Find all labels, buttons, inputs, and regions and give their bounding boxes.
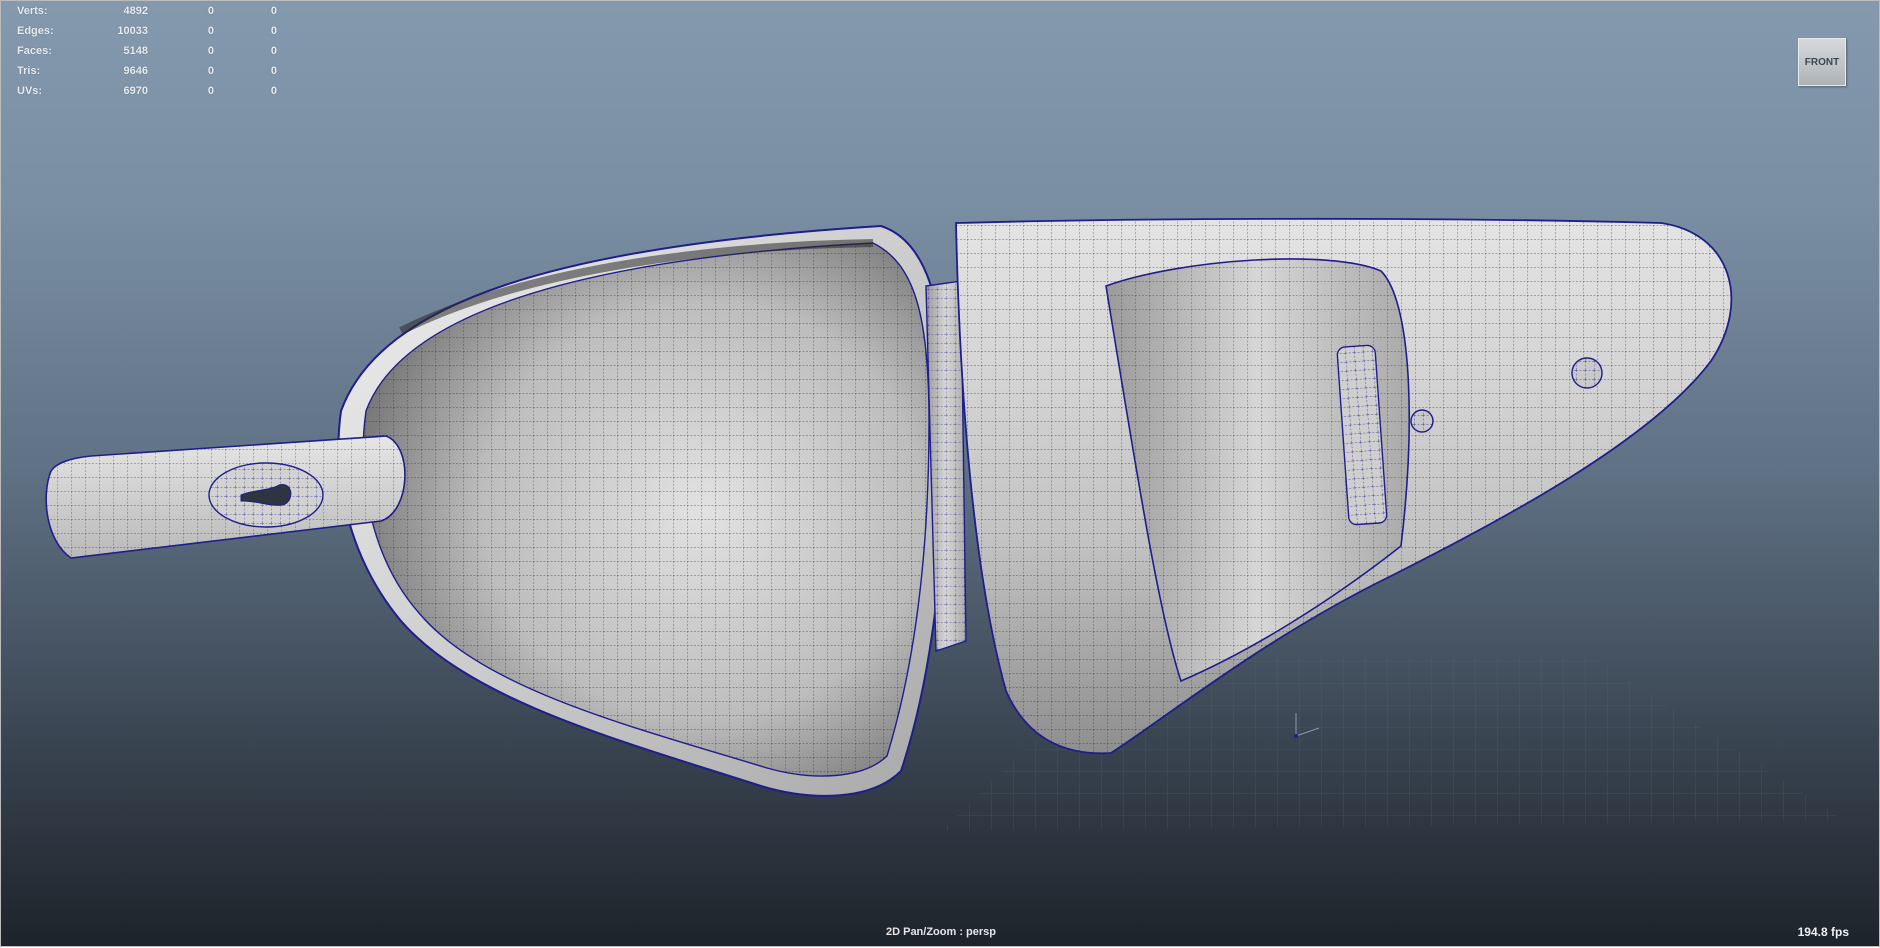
hud-value: 9646 [123, 65, 148, 77]
hud-row-faces: Faces: 5148 0 0 [17, 43, 277, 63]
hud-value: 4892 [123, 5, 148, 17]
holster-shell-left [337, 224, 948, 797]
hud-row-verts: Verts: 4892 0 0 [17, 3, 277, 23]
hud-value: 0 [270, 65, 277, 77]
hud-label: Verts: [17, 5, 48, 17]
viewcube-front[interactable]: FRONT [1798, 38, 1846, 86]
hud-value: 0 [270, 5, 277, 17]
hud-label: UVs: [17, 85, 43, 97]
hud-value: 0 [270, 25, 277, 37]
hud-label: Tris: [17, 65, 41, 77]
holster-strap [45, 435, 406, 559]
hud-row-tris: Tris: 9646 0 0 [17, 63, 277, 83]
camera-mode-label: 2D Pan/Zoom : persp [885, 926, 997, 938]
hud-value: 0 [207, 25, 214, 37]
viewport-persp[interactable]: Verts: 4892 0 0 Edges: 10033 0 0 Faces: … [0, 0, 1880, 947]
hud-row-edges: Edges: 10033 0 0 [17, 23, 277, 43]
hud-row-uvs: UVs: 6970 0 0 [17, 83, 277, 103]
scene-view [45, 217, 1846, 831]
hud-value: 0 [207, 65, 214, 77]
hud-value: 0 [270, 85, 277, 97]
hud-value: 6970 [123, 85, 148, 97]
hud-label: Edges: [17, 25, 54, 37]
hud-value: 0 [270, 45, 277, 57]
hud-value: 0 [207, 85, 214, 97]
hud-label: Faces: [17, 45, 52, 57]
hud-value: 5148 [123, 45, 148, 57]
fps-counter: 194.8 fps [1797, 925, 1849, 939]
poly-count-hud: Verts: 4892 0 0 Edges: 10033 0 0 Faces: … [17, 3, 277, 103]
hud-value: 0 [207, 5, 214, 17]
hud-value: 0 [207, 45, 214, 57]
hud-value: 10033 [117, 25, 148, 37]
